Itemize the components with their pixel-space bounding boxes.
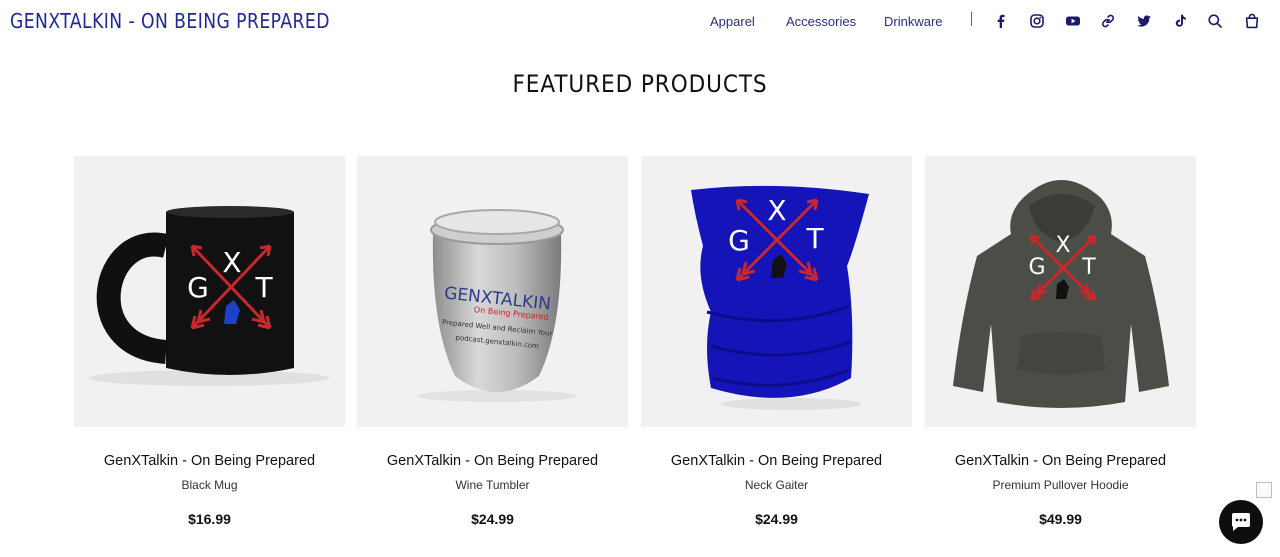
chat-bubble-icon (1231, 513, 1250, 531)
product-image[interactable]: X G T (641, 156, 912, 427)
product-card-wine-tumbler[interactable]: GENXTALKIN On Being Prepared Prepared We… (357, 156, 628, 551)
youtube-icon[interactable] (1064, 12, 1082, 30)
product-title[interactable]: GenXTalkin - On Being Prepared (925, 453, 1196, 469)
logo-letter-t: T (1081, 255, 1096, 280)
product-image[interactable]: GENXTALKIN On Being Prepared Prepared We… (357, 156, 628, 427)
logo-letter-x: X (767, 194, 786, 227)
section-title: FEATURED PRODUCTS (512, 70, 768, 98)
product-price: $16.99 (188, 511, 231, 527)
logo-letter-x: X (1055, 233, 1070, 258)
logo-letter-g: G (728, 224, 750, 257)
product-image[interactable]: X G T (74, 156, 345, 427)
product-card-neck-gaiter[interactable]: X G T GenXTalkin - On Being Prepared Nec… (641, 156, 912, 551)
product-title[interactable]: GenXTalkin - On Being Prepared (74, 453, 345, 469)
nav-drinkware[interactable]: Drinkware (884, 14, 943, 29)
cart-icon[interactable] (1243, 12, 1261, 30)
product-image[interactable]: X G T (925, 156, 1196, 427)
search-icon[interactable] (1206, 12, 1224, 30)
chat-button[interactable] (1219, 500, 1263, 544)
site-header: GENXTALKIN - ON BEING PREPARED Apparel A… (0, 0, 1280, 44)
product-price: $24.99 (471, 511, 514, 527)
product-subtitle: Premium Pullover Hoodie (992, 478, 1129, 492)
product-title[interactable]: GenXTalkin - On Being Prepared (357, 453, 628, 469)
product-price: $49.99 (1039, 511, 1082, 527)
facebook-icon[interactable] (992, 12, 1010, 30)
link-icon[interactable] (1099, 12, 1117, 30)
logo-letter-x: X (222, 246, 241, 279)
instagram-icon[interactable] (1028, 12, 1046, 30)
product-subtitle: Black Mug (181, 478, 238, 492)
tiktok-icon[interactable] (1171, 12, 1189, 30)
logo-letter-t: T (254, 271, 273, 304)
product-subtitle: Wine Tumbler (455, 478, 530, 492)
logo-letter-t: T (805, 222, 824, 255)
site-brand[interactable]: GENXTALKIN - ON BEING PREPARED (10, 9, 330, 33)
product-price: $24.99 (755, 511, 798, 527)
product-card-pullover-hoodie[interactable]: X G T GenXTalkin - On Being Prepared Pre… (925, 156, 1196, 551)
broken-image-icon (1256, 482, 1272, 498)
logo-letter-g: G (187, 271, 209, 304)
nav-accessories[interactable]: Accessories (786, 14, 856, 29)
nav-apparel[interactable]: Apparel (710, 14, 755, 29)
product-card-black-mug[interactable]: X G T GenXTalkin - On Being Prepared Bla… (74, 156, 345, 551)
logo-letter-g: G (1028, 255, 1045, 280)
nav-divider (971, 12, 972, 26)
twitter-icon[interactable] (1135, 12, 1153, 30)
product-title[interactable]: GenXTalkin - On Being Prepared (641, 453, 912, 469)
product-subtitle: Neck Gaiter (744, 478, 809, 492)
